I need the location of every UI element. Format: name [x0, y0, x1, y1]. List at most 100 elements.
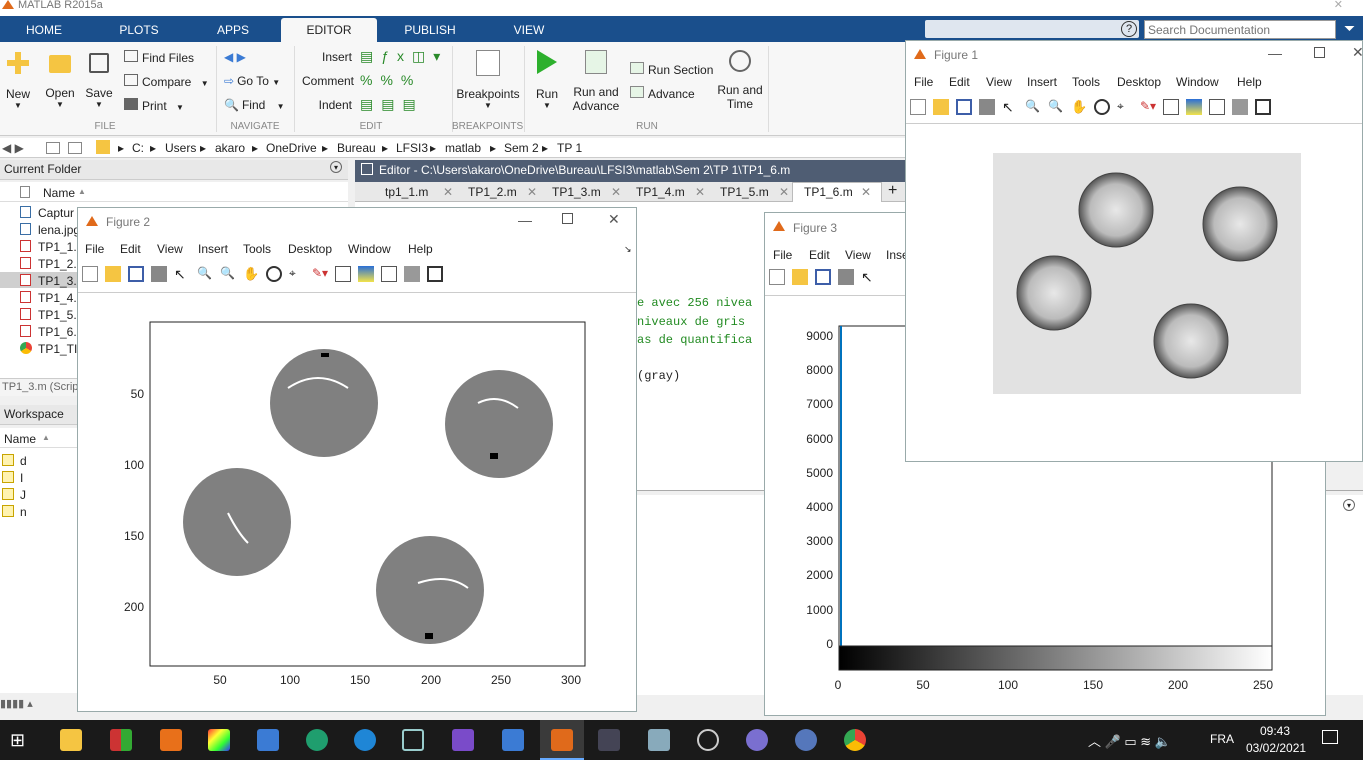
breadcrumb-item[interactable]: Users: [165, 141, 196, 155]
brush-icon[interactable]: ✎▾: [312, 266, 328, 282]
windows-start-icon[interactable]: ⊞: [10, 729, 32, 751]
new-figure-icon[interactable]: [82, 266, 98, 282]
go-to-button[interactable]: ⇨ Go To ▼: [224, 74, 280, 88]
close-icon[interactable]: ✕: [608, 211, 620, 228]
new-figure-icon[interactable]: [769, 269, 785, 285]
figure-menu-item[interactable]: Window: [348, 242, 391, 256]
language-indicator[interactable]: FRA: [1210, 732, 1234, 746]
show-plot-tools-icon[interactable]: [427, 266, 443, 282]
new-button[interactable]: New ▼: [3, 52, 33, 110]
data-cursor-icon[interactable]: ⌖: [289, 266, 305, 282]
figure3-menu-file[interactable]: File: [773, 248, 792, 262]
figure-menu-item[interactable]: View: [157, 242, 183, 256]
close-icon[interactable]: ✕: [861, 185, 871, 199]
matlab-icon[interactable]: [551, 729, 573, 751]
breadcrumb-item[interactable]: akaro: [215, 141, 245, 155]
close-icon[interactable]: ✕: [443, 185, 453, 199]
visual-studio-icon[interactable]: [452, 729, 474, 751]
hide-plot-tools-icon[interactable]: [1232, 99, 1248, 115]
open-icon[interactable]: [792, 269, 808, 285]
maximize-icon[interactable]: [1314, 47, 1325, 58]
run-section-button[interactable]: Run Section: [630, 62, 713, 77]
editor-tab[interactable]: TP1_2.m: [468, 185, 517, 199]
figure-menu-item[interactable]: Help: [1237, 75, 1262, 89]
help-icon[interactable]: ?: [1121, 21, 1137, 37]
app-icon[interactable]: [746, 729, 768, 751]
close-icon[interactable]: ✕: [527, 185, 537, 199]
indent-button[interactable]: Indent: [302, 98, 352, 112]
edit-indent-icons[interactable]: ▤▤▤: [360, 96, 424, 113]
data-cursor-icon[interactable]: ⌖: [1117, 99, 1133, 115]
run-button[interactable]: Run ▼: [530, 50, 564, 110]
chrome-icon[interactable]: [844, 729, 866, 751]
advance-button[interactable]: Advance: [630, 86, 695, 101]
app-icon[interactable]: [598, 729, 620, 751]
edit-comment-icons[interactable]: %%%: [360, 72, 421, 88]
save-icon[interactable]: [956, 99, 972, 115]
new-figure-icon[interactable]: [910, 99, 926, 115]
figure-menu-item[interactable]: File: [85, 242, 104, 256]
rotate-icon[interactable]: [266, 266, 282, 282]
close-icon[interactable]: ✕: [779, 185, 789, 199]
notifications-icon[interactable]: [1322, 730, 1338, 744]
paint-icon[interactable]: [208, 729, 230, 751]
list-item[interactable]: lena.jpg: [38, 223, 80, 237]
breadcrumb-item[interactable]: TP 1: [557, 141, 582, 155]
pointer-icon[interactable]: ↖: [174, 266, 190, 282]
open-button[interactable]: Open ▼: [44, 52, 76, 109]
close-icon[interactable]: ✕: [695, 185, 705, 199]
tab-plots[interactable]: PLOTS: [104, 18, 174, 42]
pointer-icon[interactable]: ↖: [861, 269, 877, 285]
comment-button[interactable]: Comment: [302, 74, 354, 88]
figure-menu-item[interactable]: Insert: [198, 242, 228, 256]
print-icon[interactable]: [979, 99, 995, 115]
insert-button[interactable]: Insert: [302, 50, 352, 64]
close-icon[interactable]: ✕: [1352, 44, 1363, 61]
figure-menu-item[interactable]: Tools: [243, 242, 271, 256]
editor-tab[interactable]: TP1_5.m: [720, 185, 769, 199]
print-button[interactable]: Print ▼: [124, 98, 184, 113]
tab-apps[interactable]: APPS: [198, 18, 268, 42]
link-plot-icon[interactable]: [1163, 99, 1179, 115]
tray-icons[interactable]: ︿ 🎤 ▭ ≋ 🔈: [1088, 731, 1171, 750]
tab-home[interactable]: HOME: [12, 18, 76, 42]
name-column[interactable]: Name: [43, 186, 75, 200]
figure-menu-item[interactable]: Edit: [120, 242, 141, 256]
breadcrumb-item[interactable]: C:: [132, 141, 144, 155]
list-item[interactable]: n: [20, 505, 27, 519]
figure3-menu-view[interactable]: View: [845, 248, 871, 262]
colorbar-icon[interactable]: [1186, 99, 1202, 115]
app-icon[interactable]: [697, 729, 719, 751]
figure-menu-item[interactable]: File: [914, 75, 933, 89]
figure-menu-item[interactable]: View: [986, 75, 1012, 89]
minimize-icon[interactable]: —: [518, 212, 532, 228]
app-icon[interactable]: [648, 729, 670, 751]
figure-menu-item[interactable]: Edit: [949, 75, 970, 89]
zoom-in-icon[interactable]: 🔍: [197, 266, 213, 282]
close-icon[interactable]: ✕: [611, 185, 621, 199]
back-nav-icon[interactable]: ◀ ▶: [224, 50, 246, 64]
zoom-out-icon[interactable]: 🔍: [1048, 99, 1064, 115]
editor-tab[interactable]: TP1_4.m: [636, 185, 685, 199]
open-icon[interactable]: [933, 99, 949, 115]
open-icon[interactable]: [105, 266, 121, 282]
breadcrumb-item[interactable]: matlab: [445, 141, 481, 155]
add-tab-icon[interactable]: +: [888, 182, 897, 200]
save-icon[interactable]: [815, 269, 831, 285]
zoom-in-icon[interactable]: 🔍: [1025, 99, 1041, 115]
app-icon[interactable]: [110, 729, 132, 751]
print-icon[interactable]: [838, 269, 854, 285]
save-button[interactable]: Save ▼: [84, 52, 114, 109]
back-icon[interactable]: ◀ ▶: [2, 141, 24, 155]
edge-icon[interactable]: [354, 729, 376, 751]
tab-publish[interactable]: PUBLISH: [388, 18, 472, 42]
breakpoints-button[interactable]: Breakpoints ▼: [456, 50, 520, 110]
editor-tab-active[interactable]: TP1_6.m: [804, 185, 853, 199]
print-icon[interactable]: [151, 266, 167, 282]
minimize-icon[interactable]: —: [1268, 45, 1282, 61]
list-item[interactable]: I: [20, 471, 23, 485]
list-item[interactable]: J: [20, 488, 26, 502]
list-item[interactable]: Captur: [38, 206, 74, 220]
app-icon[interactable]: [306, 729, 328, 751]
legend-icon[interactable]: [1209, 99, 1225, 115]
